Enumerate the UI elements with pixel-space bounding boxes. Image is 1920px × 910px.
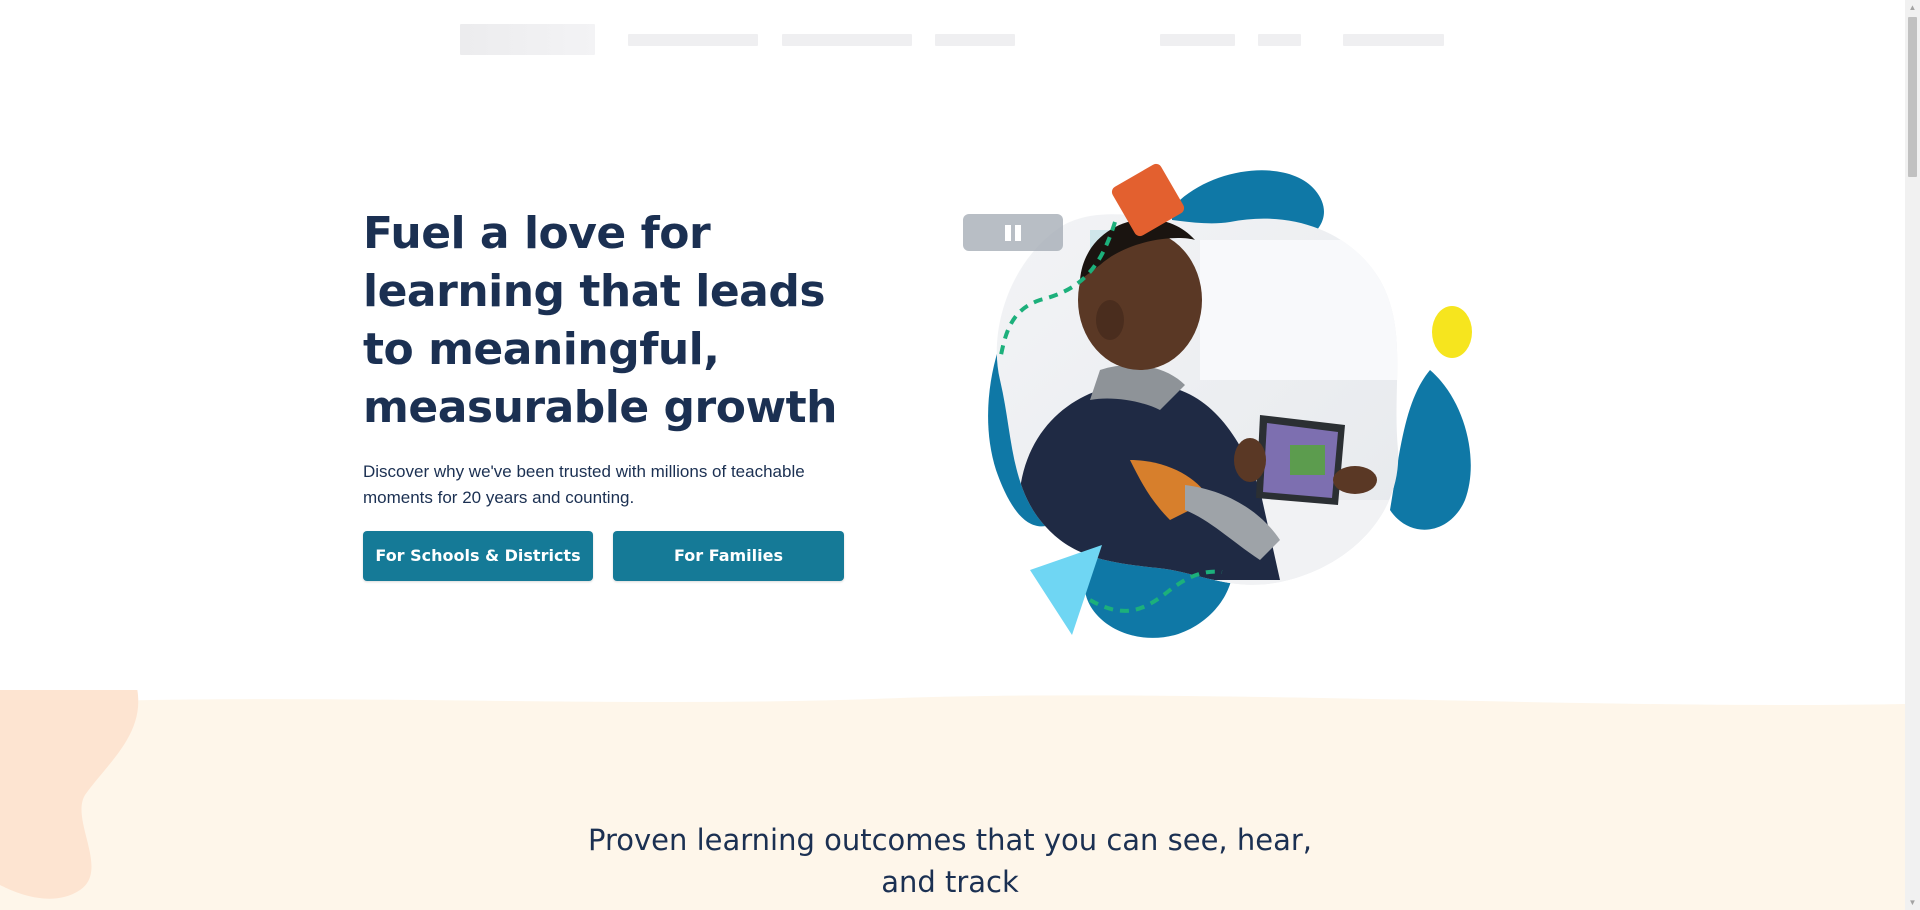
nav-item-placeholder[interactable] <box>1343 34 1444 46</box>
hero-title: Fuel a love for learning that leads to m… <box>363 208 837 433</box>
nav-item-placeholder[interactable] <box>628 34 758 46</box>
yellow-circle <box>1432 306 1472 358</box>
nav-item-placeholder[interactable] <box>782 34 912 46</box>
top-navigation <box>0 0 1905 80</box>
nav-item-placeholder[interactable] <box>1160 34 1235 46</box>
hero-subtitle: Discover why we've been trusted with mil… <box>363 462 805 507</box>
scroll-up-arrow[interactable]: ▲ <box>1905 0 1920 15</box>
outcomes-heading: Proven learning outcomes that you can se… <box>587 823 1313 899</box>
scroll-thumb[interactable] <box>1908 17 1917 177</box>
hero-content: Fuel a love for learning that leads to m… <box>363 205 853 511</box>
blue-blob-right <box>1390 370 1471 530</box>
schools-districts-button[interactable]: For Schools & Districts <box>363 531 593 581</box>
nav-item-placeholder[interactable] <box>935 34 1015 46</box>
scroll-down-arrow[interactable]: ▼ <box>1905 895 1920 910</box>
logo-placeholder[interactable] <box>460 24 595 55</box>
nav-item-placeholder[interactable] <box>1258 34 1301 46</box>
families-button[interactable]: For Families <box>613 531 844 581</box>
pause-button[interactable] <box>963 214 1063 251</box>
page-scrollbar[interactable]: ▲ ▼ <box>1905 0 1920 910</box>
